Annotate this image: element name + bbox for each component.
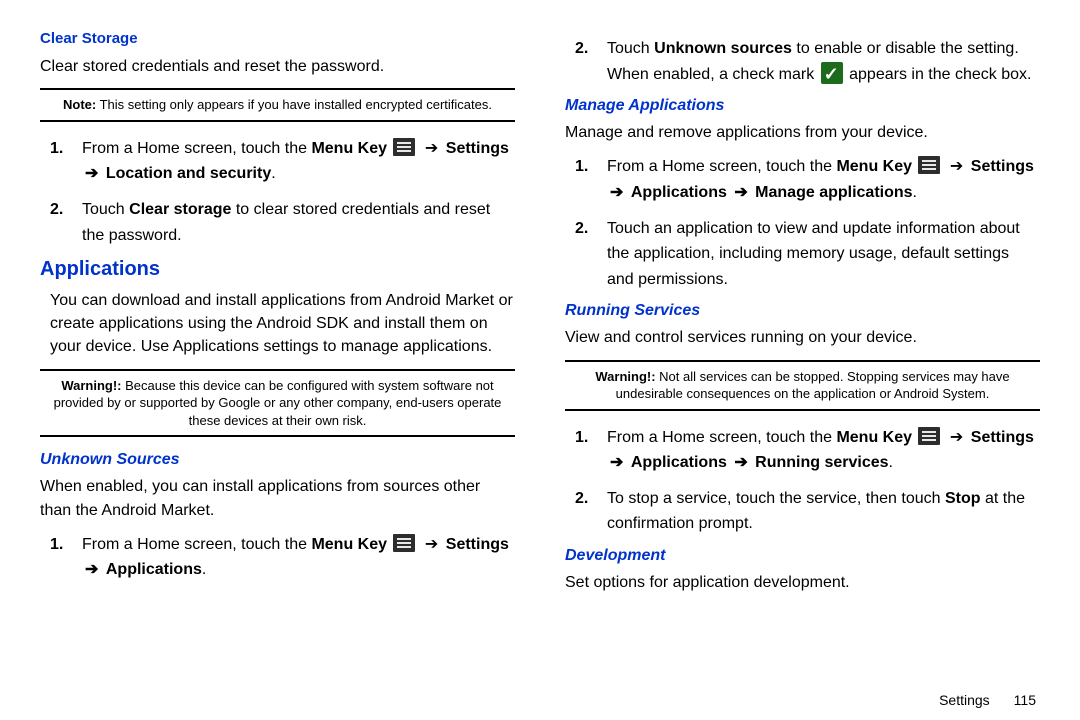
manage-applications-desc: Manage and remove applications from your… [565, 121, 1040, 144]
stop-label: Stop [945, 490, 981, 507]
development-desc: Set options for application development. [565, 571, 1040, 594]
applications-label: Applications [631, 184, 727, 201]
arrow-icon: ➔ [730, 454, 752, 471]
clear-storage-section: Clear Storage Clear stored credentials a… [40, 30, 515, 248]
running-services-label: Running services [755, 454, 888, 471]
manage-applications-label: Manage applications [755, 184, 912, 201]
manage-applications-steps: From a Home screen, touch the Menu Key ➔… [565, 154, 1040, 292]
menu-key-icon [393, 138, 415, 156]
step-2: Touch an application to view and update … [575, 216, 1040, 293]
text: From a Home screen, touch the [82, 140, 311, 157]
clear-storage-note: Note: This setting only appears if you h… [40, 88, 515, 122]
unknown-sources-heading: Unknown Sources [40, 451, 515, 469]
menu-key-icon [918, 427, 940, 445]
settings-label: Settings [446, 140, 509, 157]
settings-label: Settings [446, 536, 509, 553]
running-services-steps: From a Home screen, touch the Menu Key ➔… [565, 425, 1040, 537]
arrow-icon: ➔ [85, 561, 103, 578]
warning-text: Not all services can be stopped. Stoppin… [616, 369, 1010, 402]
note-text: This setting only appears if you have in… [96, 97, 492, 112]
applications-section: Applications You can download and instal… [40, 258, 515, 437]
unknown-sources-desc: When enabled, you can install applicatio… [40, 475, 515, 521]
clear-storage-steps: From a Home screen, touch the Menu Key ➔… [40, 136, 515, 248]
text: Touch [82, 201, 129, 218]
development-section: Development Set options for application … [565, 547, 1040, 594]
step-2: To stop a service, touch the service, th… [575, 486, 1040, 537]
step-2: Touch Unknown sources to enable or disab… [575, 36, 1040, 87]
step-1: From a Home screen, touch the Menu Key ➔… [575, 154, 1040, 205]
location-security-label: Location and security [106, 165, 271, 182]
warning-label: Warning!: [61, 378, 121, 393]
unknown-sources-steps-cont: Touch Unknown sources to enable or disab… [565, 36, 1040, 87]
arrow-icon: ➔ [420, 536, 442, 553]
warning-label: Warning!: [595, 369, 655, 384]
running-services-heading: Running Services [565, 302, 1040, 320]
checkmark-icon [821, 62, 843, 84]
text: Touch an application to view and update … [607, 220, 1020, 288]
clear-storage-desc: Clear stored credentials and reset the p… [40, 55, 515, 78]
running-services-section: Running Services View and control servic… [565, 302, 1040, 537]
text: To stop a service, touch the service, th… [607, 490, 945, 507]
menu-key-label: Menu Key [836, 429, 912, 446]
arrow-icon: ➔ [730, 184, 752, 201]
applications-label: Applications [631, 454, 727, 471]
text: . [271, 165, 275, 182]
arrow-icon: ➔ [610, 454, 628, 471]
text: appears in the check box. [845, 66, 1032, 83]
unknown-sources-section: Unknown Sources When enabled, you can in… [40, 451, 515, 583]
menu-key-icon [918, 156, 940, 174]
arrow-icon: ➔ [945, 158, 967, 175]
step-1: From a Home screen, touch the Menu Key ➔… [50, 136, 515, 187]
step-1: From a Home screen, touch the Menu Key ➔… [575, 425, 1040, 476]
right-column: Touch Unknown sources to enable or disab… [565, 30, 1040, 710]
arrow-icon: ➔ [85, 165, 103, 182]
warning-text: Because this device can be configured wi… [54, 378, 502, 428]
menu-key-label: Menu Key [311, 140, 387, 157]
clear-storage-heading: Clear Storage [40, 30, 515, 47]
applications-heading: Applications [40, 258, 515, 281]
text: Touch [607, 40, 654, 57]
left-column: Clear Storage Clear stored credentials a… [40, 30, 515, 710]
settings-label: Settings [971, 158, 1034, 175]
note-label: Note: [63, 97, 96, 112]
text: From a Home screen, touch the [607, 429, 836, 446]
arrow-icon: ➔ [945, 429, 967, 446]
running-services-warning: Warning!: Not all services can be stoppe… [565, 360, 1040, 411]
menu-key-label: Menu Key [311, 536, 387, 553]
page-footer: Settings 115 [939, 692, 1036, 708]
footer-page-number: 115 [1014, 692, 1036, 708]
settings-label: Settings [971, 429, 1034, 446]
text: From a Home screen, touch the [607, 158, 836, 175]
text: . [889, 454, 893, 471]
manage-applications-heading: Manage Applications [565, 97, 1040, 115]
menu-key-label: Menu Key [836, 158, 912, 175]
development-heading: Development [565, 547, 1040, 565]
text: . [913, 184, 917, 201]
applications-desc: You can download and install application… [40, 289, 515, 359]
step-2: Touch Clear storage to clear stored cred… [50, 197, 515, 248]
text: From a Home screen, touch the [82, 536, 311, 553]
clear-storage-label: Clear storage [129, 201, 231, 218]
manage-applications-section: Manage Applications Manage and remove ap… [565, 97, 1040, 292]
applications-label: Applications [106, 561, 202, 578]
arrow-icon: ➔ [610, 184, 628, 201]
unknown-sources-steps: From a Home screen, touch the Menu Key ➔… [40, 532, 515, 583]
menu-key-icon [393, 534, 415, 552]
unknown-sources-label: Unknown sources [654, 40, 792, 57]
applications-warning: Warning!: Because this device can be con… [40, 369, 515, 438]
text: . [202, 561, 206, 578]
running-services-desc: View and control services running on you… [565, 326, 1040, 349]
arrow-icon: ➔ [420, 140, 442, 157]
step-1: From a Home screen, touch the Menu Key ➔… [50, 532, 515, 583]
manual-page: Clear Storage Clear stored credentials a… [0, 0, 1080, 720]
footer-section: Settings [939, 692, 990, 708]
